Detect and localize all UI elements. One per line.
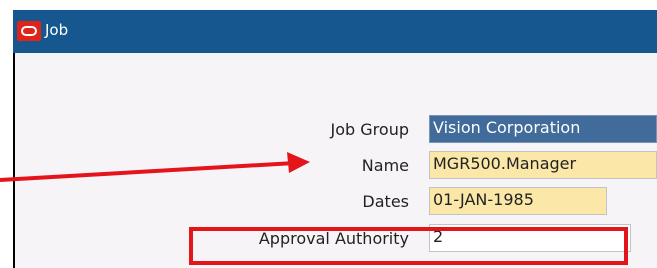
annotation-arrow [0,152,310,182]
